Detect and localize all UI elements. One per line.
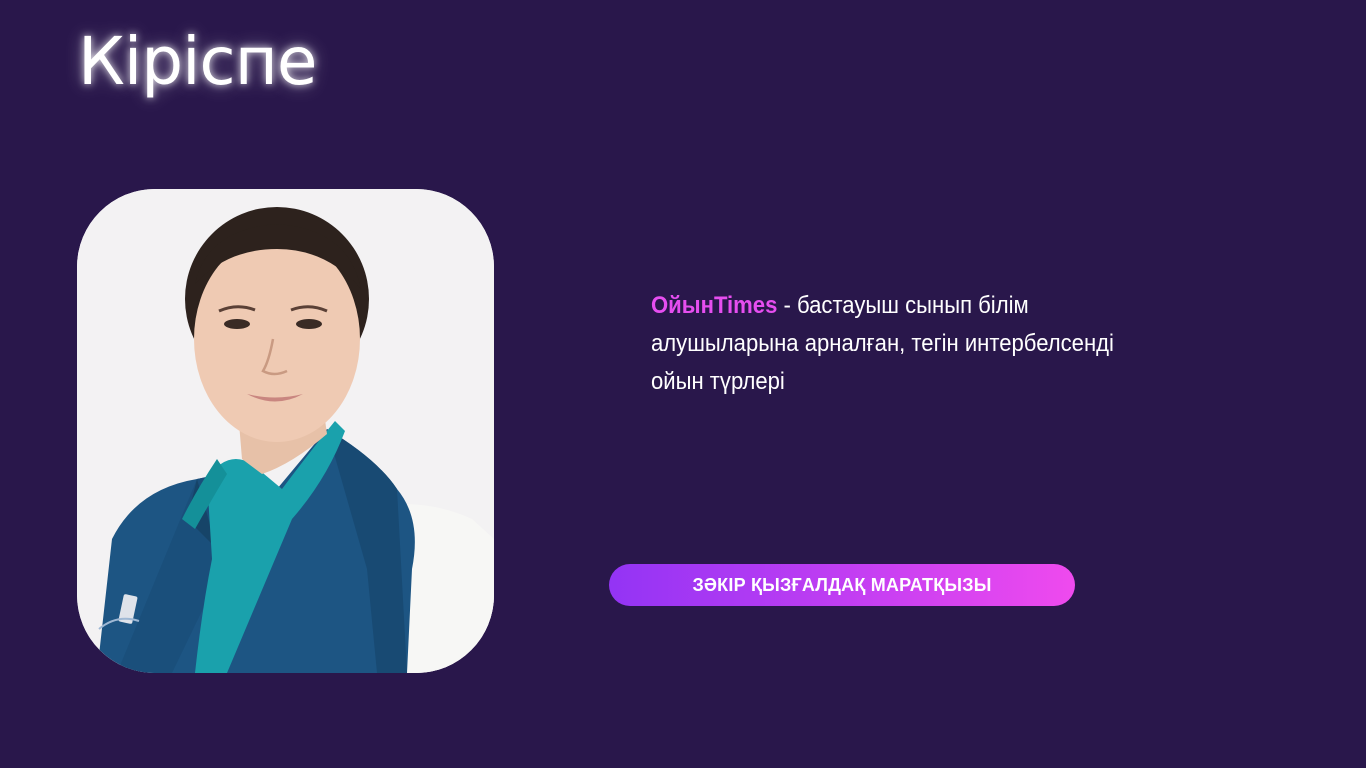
intro-description: ОйынTimes - бастауыш сынып білім алушыла…: [651, 287, 1166, 401]
author-name: ЗӘКІР ҚЫЗҒАЛДАҚ МАРАТҚЫЗЫ: [692, 574, 992, 595]
slide-title: Кіріспе: [78, 23, 317, 100]
author-photo: [77, 189, 494, 673]
author-name-badge: ЗӘКІР ҚЫЗҒАЛДАҚ МАРАТҚЫЗЫ: [609, 564, 1075, 606]
brand-name: ОйынTimes: [651, 292, 778, 319]
